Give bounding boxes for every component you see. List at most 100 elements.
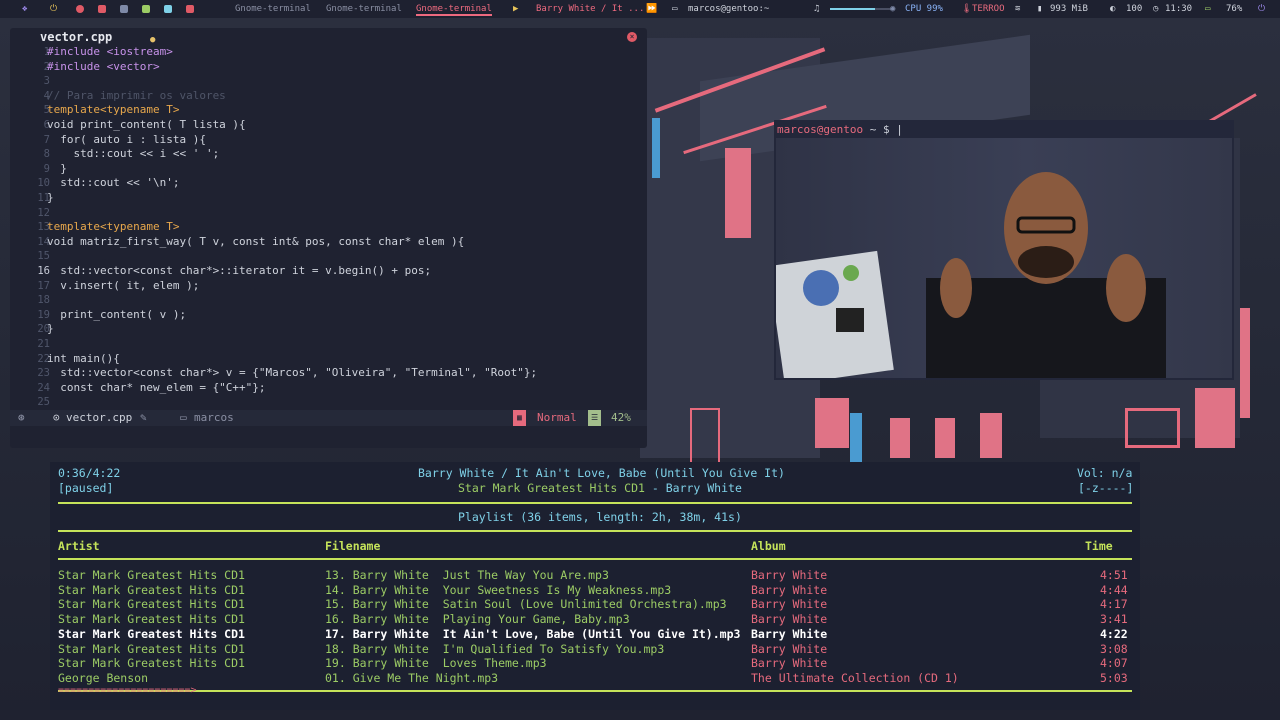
workspace-tab-1[interactable]: Gnome-terminal [235, 0, 311, 18]
line-number: 17 [37, 279, 50, 292]
line-number: 1 [43, 46, 50, 58]
row-time: 4:07 [1100, 656, 1128, 671]
row-album: Barry White [751, 641, 828, 656]
row-album: Barry White [751, 626, 828, 641]
terminal-window[interactable]: marcos@gentoo ~ $ | [774, 120, 1234, 380]
row-filename: 13. Barry White Just The Way You Are.mp3 [325, 568, 609, 582]
code-line[interactable]: for( auto i : lista ){ [47, 133, 206, 148]
webcam-overlay [776, 138, 1232, 378]
col-filename[interactable]: Filename [325, 539, 380, 554]
row-time: 4:17 [1100, 597, 1128, 612]
browser-icon[interactable] [76, 0, 84, 18]
row-time: 4:44 [1100, 582, 1128, 597]
progress-bar[interactable]: ======================> [58, 684, 196, 699]
now-playing[interactable]: Barry White / It ... [536, 0, 644, 18]
code-line[interactable]: // Para imprimir os valores [47, 89, 226, 104]
col-artist[interactable]: Artist [58, 539, 100, 554]
editor-tab-label: vector.cpp [40, 30, 113, 44]
code-line[interactable]: v.insert( it, elem ); [47, 279, 199, 294]
row-artist: Star Mark Greatest Hits CD1 [58, 568, 245, 582]
code-line[interactable]: #include <iostream> [47, 45, 173, 60]
code-line[interactable]: template<typename T> [47, 103, 179, 118]
line-number: 12 [37, 206, 50, 219]
col-album[interactable]: Album [751, 539, 786, 554]
cursor: | [896, 123, 903, 136]
row-artist: Star Mark Greatest Hits CD1 [58, 656, 245, 671]
row-artist: Star Mark Greatest Hits CD1 [58, 626, 245, 641]
code-line[interactable]: print_content( v ); [47, 308, 186, 323]
power-icon[interactable]: ⏻ [50, 0, 57, 18]
status-filename: vector.cpp [66, 411, 133, 424]
line-number: 13 [37, 221, 50, 234]
mode-icon: ▦ [513, 410, 526, 426]
volume-slider[interactable] [830, 8, 875, 10]
row-album: Barry White [751, 597, 828, 612]
prompt-path: ~ [869, 123, 877, 136]
cpu-icon: ◉ [890, 4, 896, 14]
editor-tab[interactable]: vector.cpp ● [40, 28, 155, 46]
line-number: 4 [43, 89, 50, 102]
terminal-icon[interactable] [164, 0, 172, 18]
line-number: 11 [37, 192, 50, 204]
code-line[interactable]: } [47, 191, 54, 206]
code-line[interactable]: } [47, 322, 54, 337]
position-icon: ☰ [588, 410, 602, 426]
brightness-icon: ◐ [1110, 4, 1116, 14]
code-line[interactable]: std::vector<const char*> v = {"Marcos", … [47, 366, 537, 381]
volume-label: Vol: n/a [1077, 466, 1133, 480]
monitor-icon: ▭ [672, 4, 678, 14]
row-filename: 01. Give Me The Night.mp3 [325, 670, 499, 685]
line-number: 3 [43, 75, 50, 88]
code-line[interactable]: int main(){ [47, 352, 120, 367]
mail-icon[interactable] [120, 0, 128, 18]
top-panel: ❖ ⏻ Gnome-terminal Gnome-terminal Gnome-… [0, 0, 1280, 18]
menu-icon[interactable]: ❖ [22, 0, 27, 18]
code-line[interactable]: const char* new_elem = {"C++"}; [47, 381, 265, 396]
line-number: 2 [43, 60, 50, 73]
line-number: 10 [37, 177, 50, 190]
play-icon[interactable]: ▶ [513, 0, 518, 18]
divider [58, 690, 1132, 692]
track-title: Barry White / It Ain't Love, Babe (Until… [418, 466, 785, 480]
row-time: 5:03 [1100, 670, 1128, 685]
code-line[interactable]: void print_content( T lista ){ [47, 118, 246, 133]
line-number: 23 [37, 367, 50, 380]
row-time: 4:51 [1100, 568, 1128, 582]
album-line: Star Mark Greatest Hits CD1 - Barry Whit… [458, 481, 742, 496]
col-time[interactable]: Time [1085, 539, 1113, 554]
code-line[interactable]: template<typename T> [47, 220, 179, 235]
row-album: Barry White [751, 612, 828, 627]
row-artist: Star Mark Greatest Hits CD1 [58, 582, 245, 597]
line-number: 14 [37, 235, 50, 248]
memory-usage: 993 MiB [1050, 4, 1088, 14]
code-line[interactable]: #include <vector> [47, 60, 160, 75]
close-icon[interactable]: × [627, 32, 637, 42]
wifi-icon[interactable]: ≋ [1015, 0, 1020, 18]
code-line[interactable]: std::cout << i << ' '; [47, 147, 219, 162]
video-icon[interactable] [186, 0, 194, 18]
line-number: 22 [37, 352, 50, 365]
vim-mode: Normal [537, 411, 577, 424]
window-title: marcos@gentoo:~ [688, 4, 770, 14]
row-album: The Ultimate Collection (CD 1) [751, 670, 959, 685]
code-editor-window: vector.cpp ● × 1 #include <iostream> 2 #inc… [10, 28, 647, 448]
clock-icon: ◷ [1153, 4, 1159, 14]
next-track-icon[interactable]: ⏩ [646, 0, 657, 18]
divider [58, 558, 1132, 560]
code-line[interactable]: std::vector<const char*>::iterator it = … [47, 264, 431, 279]
album-sep: - [644, 481, 666, 495]
divider [58, 530, 1132, 532]
code-line[interactable]: std::cout << '\n'; [47, 176, 179, 191]
line-number: 21 [37, 338, 50, 350]
folder-icon[interactable] [142, 0, 150, 18]
workspace-tab-2[interactable]: Gnome-terminal [326, 0, 402, 18]
app-icon[interactable] [98, 0, 106, 18]
weather-label: TERROO [972, 4, 1005, 14]
music-player: 0:36/4:22 [paused] Barry White / It Ain'… [50, 462, 1140, 710]
line-number: 24 [37, 381, 50, 394]
workspace-tab-3[interactable]: Gnome-terminal [416, 0, 492, 16]
code-line[interactable]: } [47, 162, 67, 177]
code-line[interactable]: void matriz_first_way( T v, const int& p… [47, 235, 464, 250]
album-artist: Barry White [665, 481, 742, 495]
session-power-icon[interactable]: ⏻ [1258, 0, 1265, 18]
